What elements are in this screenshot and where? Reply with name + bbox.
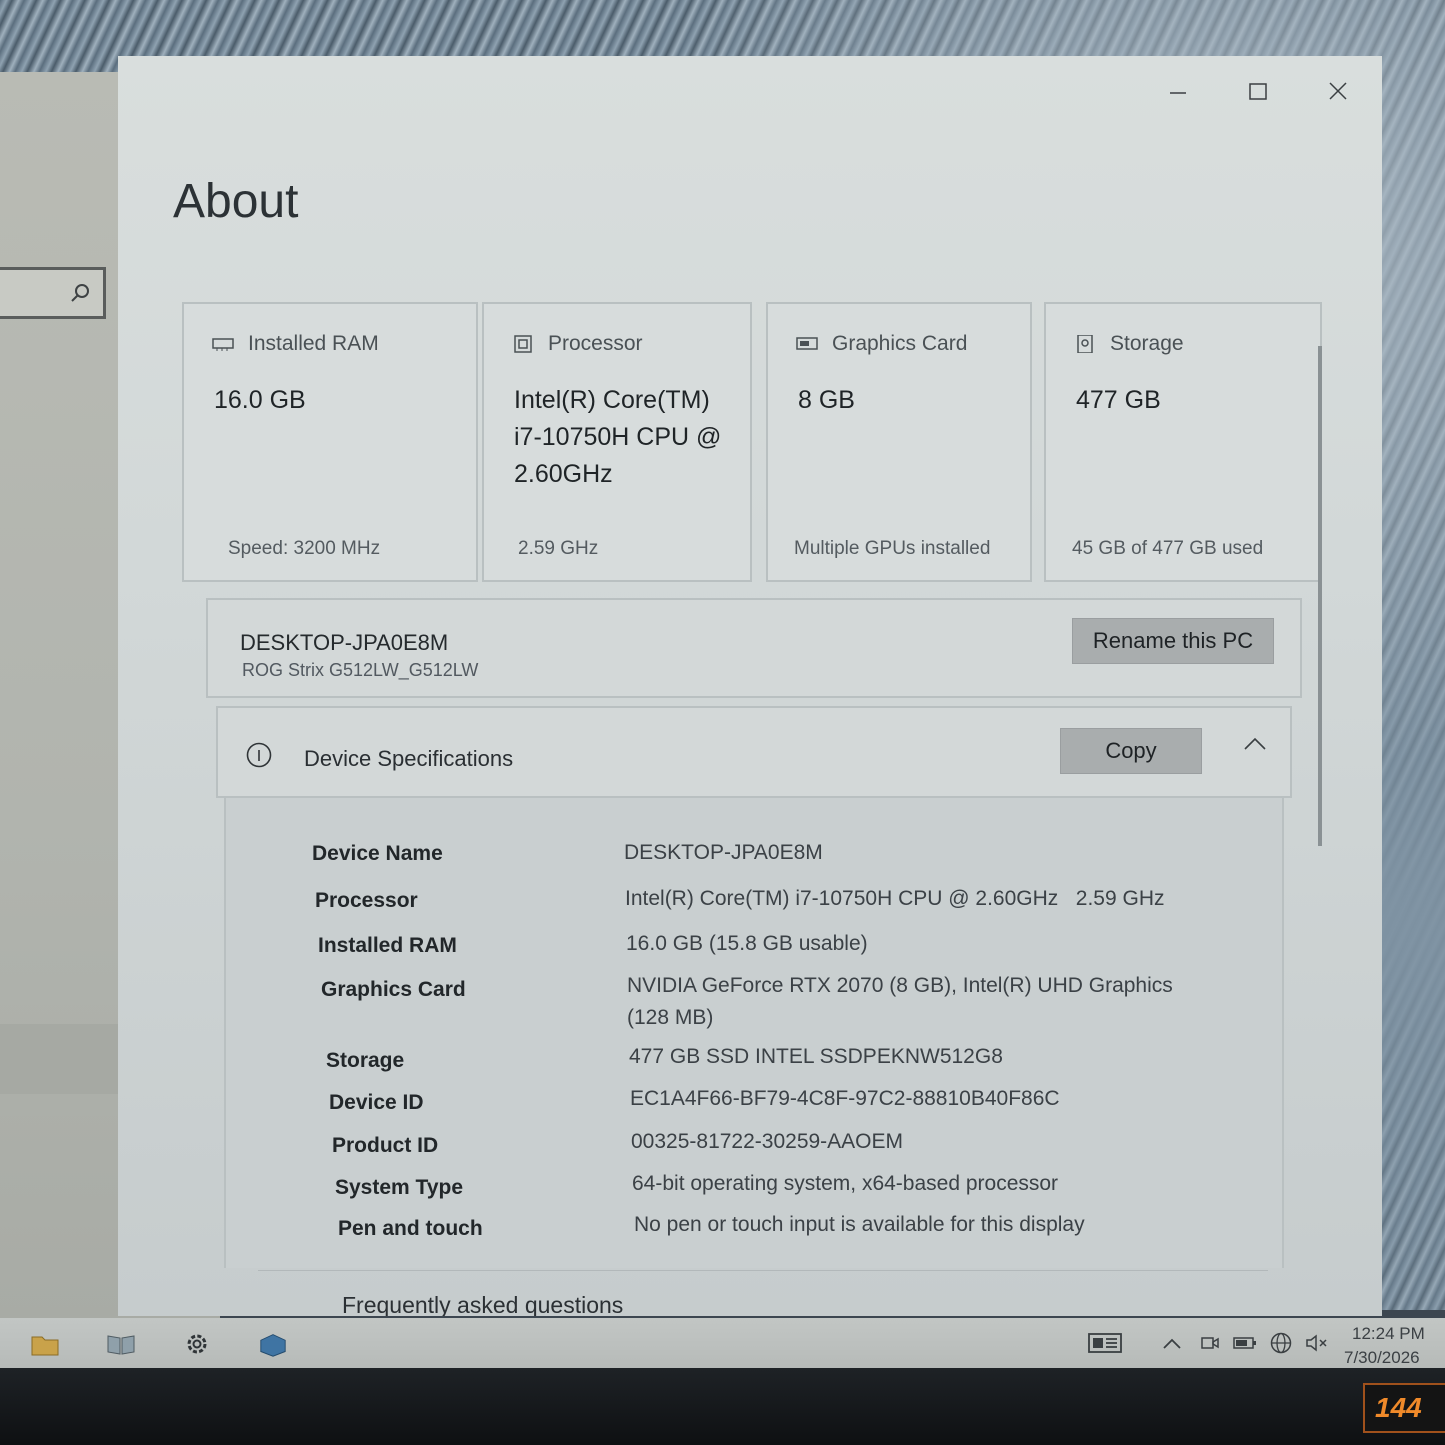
spec-value: NVIDIA GeForce RTX 2070 (8 GB), Intel(R)… [627,974,1173,1029]
card-subtext: Speed: 3200 MHz [228,538,381,559]
chevron-up-icon [1163,1338,1181,1349]
clock-date[interactable]: 7/30/2026 [1344,1348,1420,1368]
scrollbar[interactable] [1318,346,1322,846]
card-installed-ram: Installed RAM 16.0 GB Speed: 3200 MHz [182,302,478,582]
spec-key: System Type [335,1176,463,1199]
gear-icon [187,1334,207,1354]
volume-muted-icon [1306,1334,1327,1352]
taskbar-file-explorer[interactable] [30,1330,60,1358]
folder-icon [31,1336,59,1356]
device-specifications-label: Device Specifications [304,746,514,771]
taskbar-app-box[interactable] [258,1330,288,1358]
taskbar: 12:24 PM 7/30/2026 [0,1318,1445,1370]
card-graphics-card: Graphics Card 8 GB Multiple GPUs install… [766,302,1032,582]
spec-key: Processor [315,889,418,912]
maximize-button[interactable] [1238,76,1278,106]
settings-search-box[interactable] [0,267,106,319]
spec-value: No pen or touch input is available for t… [634,1213,1085,1236]
spec-key: Pen and touch [338,1217,483,1240]
storage-icon [1077,335,1093,353]
spec-value: 64-bit operating system, x64-based proce… [632,1172,1059,1195]
spec-key: Device ID [329,1091,424,1114]
camera-icon [1201,1337,1219,1349]
tray-meet[interactable] [1198,1332,1222,1354]
copy-button[interactable]: Copy [1060,728,1202,774]
pc-model: ROG Strix G512LW_G512LW [242,660,479,680]
card-label: Graphics Card [832,332,968,355]
tray-overflow[interactable] [1160,1332,1184,1354]
card-label: Processor [548,332,643,355]
spec-key: Storage [326,1049,405,1072]
tray-news[interactable] [1088,1332,1122,1354]
tray-battery[interactable] [1233,1332,1257,1354]
card-subtext: 2.59 GHz [518,538,599,559]
tray-network[interactable] [1269,1332,1293,1354]
ram-icon [212,338,234,351]
app-box-icon [260,1334,286,1357]
device-specifications-header[interactable]: Device Specifications Copy [216,706,1292,798]
spec-key: Installed RAM [318,934,457,957]
spec-key: Product ID [332,1134,439,1157]
device-specifications-list: Device Name DESKTOP-JPA0E8M Processor In… [224,798,1284,1268]
chevron-up-icon[interactable] [1242,734,1268,754]
search-icon [71,284,89,302]
minimize-button[interactable] [1158,76,1198,106]
pc-name-row: DESKTOP-JPA0E8M ROG Strix G512LW_G512LW … [206,598,1302,698]
card-value: 16.0 GB [214,386,306,414]
news-icon [1088,1333,1122,1353]
close-icon [1329,82,1347,100]
spec-key: Graphics Card [321,978,466,1001]
card-value: Intel(R) Core(TM) i7-10750H CPU @ 2.60GH… [514,386,722,488]
monitor-bezel [0,1368,1445,1445]
about-window: About Installed RAM 16.0 GB Speed: 3200 … [118,56,1382,1316]
card-value: 477 GB [1076,386,1161,414]
card-value: 8 GB [798,386,855,414]
refresh-rate-sticker: 144 [1363,1383,1445,1433]
card-label: Installed RAM [248,332,379,355]
faq-heading[interactable]: Frequently asked questions [342,1292,623,1316]
spec-value: Intel(R) Core(TM) i7-10750H CPU @ 2.60GH… [625,887,1165,910]
spec-value: DESKTOP-JPA0E8M [624,841,823,864]
spec-value: 00325-81722-30259-AAOEM [631,1130,904,1153]
info-icon [246,742,272,768]
book-icon [107,1335,135,1355]
spec-value: 477 GB SSD INTEL SSDPEKNW512G8 [629,1045,1003,1068]
pc-name: DESKTOP-JPA0E8M [240,630,449,655]
taskbar-settings[interactable] [182,1330,212,1358]
processor-icon [514,335,532,353]
card-processor: Processor Intel(R) Core(TM) i7-10750H CP… [482,302,752,582]
card-subtext: 45 GB of 477 GB used [1072,538,1264,559]
tray-volume[interactable] [1305,1332,1329,1354]
divider [258,1270,1268,1271]
spec-value: 16.0 GB (15.8 GB usable) [626,932,868,955]
globe-icon [1270,1332,1292,1354]
taskbar-app-reader[interactable] [106,1330,136,1358]
card-subtext: Multiple GPUs installed [794,538,991,559]
spec-value: EC1A4F66-BF79-4C8F-97C2-88810B40F86C [630,1087,1060,1110]
page-title: About [173,175,299,228]
graphics-card-icon [796,337,818,350]
clock-time[interactable]: 12:24 PM [1352,1324,1425,1344]
card-label: Storage [1110,332,1184,355]
minimize-icon [1170,92,1186,94]
card-storage: Storage 477 GB 45 GB of 477 GB used [1044,302,1322,582]
battery-icon [1233,1337,1256,1349]
spec-key: Device Name [312,842,443,865]
maximize-icon [1249,83,1267,100]
close-button[interactable] [1318,76,1358,106]
rename-pc-button[interactable]: Rename this PC [1072,618,1274,664]
